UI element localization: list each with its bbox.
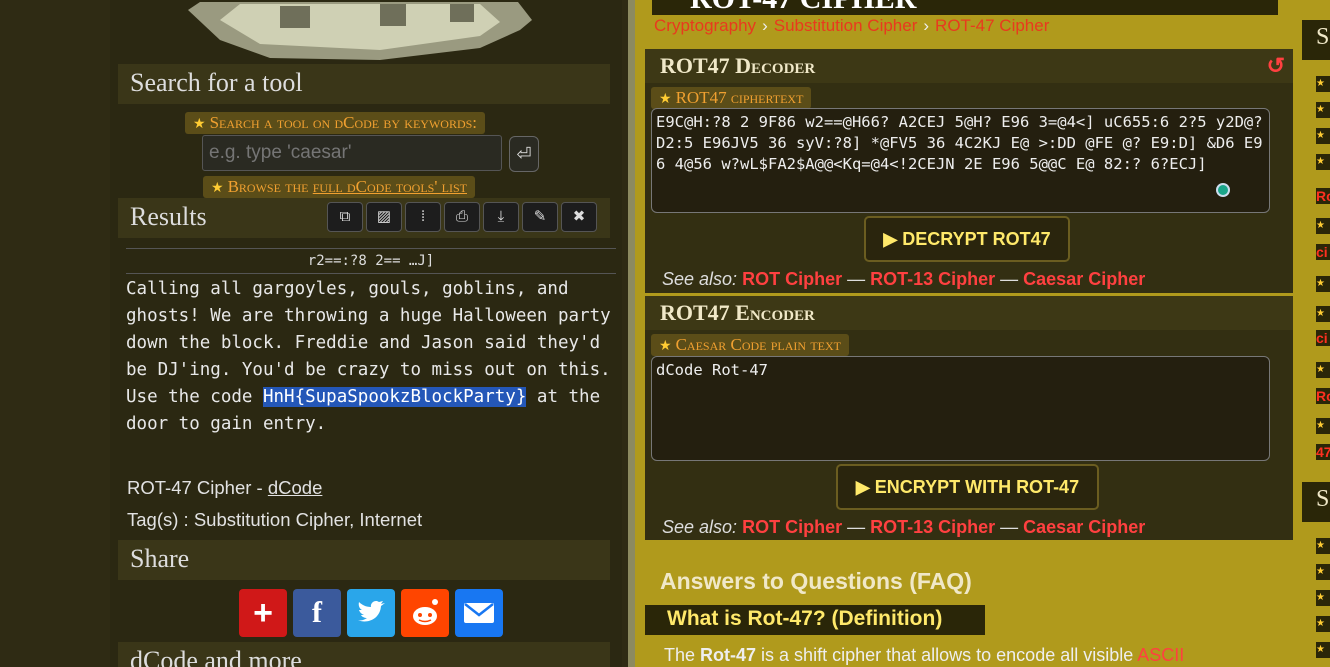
sidebar-item[interactable]: ci [1316, 330, 1330, 346]
sidebar-item[interactable]: 47 [1316, 444, 1330, 460]
twitter-icon[interactable] [347, 589, 395, 637]
ciphertext-badge: ★ ROT47 ciphertext [651, 87, 812, 109]
result-tags: Tag(s) : Substitution Cipher, Internet [127, 509, 423, 530]
star-icon: ★ [659, 339, 672, 354]
ciphertext-textarea[interactable]: E9C@H:?8 2 9F86 w2==@H66? A2CEJ 5@H? E96… [651, 108, 1270, 213]
close-icon[interactable]: ✖ [561, 202, 597, 232]
star-icon: ★ [659, 92, 672, 107]
grammar-icon[interactable] [1216, 183, 1230, 197]
decoder-heading: ROT47 Decoder ↺ [645, 49, 1293, 83]
browse-badge: ★ Browse the full dCode tools' list [203, 176, 475, 198]
link-separator: — [995, 517, 1024, 537]
sidebar-item[interactable]: ★ [1316, 616, 1330, 632]
sidebar-item[interactable]: ★ [1316, 276, 1330, 292]
plaintext-label: Caesar Code plain text [675, 335, 841, 354]
plaintext-textarea[interactable]: dCode Rot-47 [651, 356, 1270, 461]
sidebar-item[interactable]: ★ [1316, 538, 1330, 554]
breadcrumb: Cryptography › Substitution Cipher › ROT-47 … [654, 16, 1049, 36]
star-icon: ★ [211, 181, 224, 196]
sidebar-item[interactable]: ci [1316, 244, 1330, 260]
chevron-right-icon: › [923, 16, 930, 35]
sidebar-item[interactable]: ★ [1316, 642, 1330, 658]
add-icon[interactable]: + [239, 589, 287, 637]
see-also-label: See also: [662, 517, 738, 537]
star-icon: ★ [193, 117, 206, 132]
page-title-bar: ROT-47 CIPHER [652, 0, 1278, 15]
facebook-icon[interactable]: f [293, 589, 341, 637]
link-separator: — [995, 269, 1024, 289]
sidebar-item[interactable]: ★ [1316, 154, 1330, 170]
pane-divider[interactable] [628, 0, 635, 667]
breadcrumb-substitution[interactable]: Substitution Cipher [774, 16, 918, 35]
ascii-link[interactable]: ASCII [1137, 645, 1184, 665]
sidebar-item[interactable]: ★ [1316, 218, 1330, 234]
breadcrumb-cryptography[interactable]: Cryptography [654, 16, 756, 35]
sidebar-item[interactable]: ★ [1316, 102, 1330, 118]
search-input[interactable] [202, 135, 502, 171]
sidebar-item[interactable]: ★ [1316, 76, 1330, 92]
sidebar-item[interactable]: ★ [1316, 590, 1330, 606]
source-prefix: ROT-47 Cipher - [127, 477, 268, 498]
link-separator: — [842, 269, 871, 289]
faq-heading: Answers to Questions (FAQ) [660, 568, 972, 594]
encrypt-button[interactable]: ▶ ENCRYPT WITH ROT-47 [836, 464, 1099, 510]
sidebar-heading: S [1302, 20, 1330, 60]
sidebar-item[interactable]: ★ [1316, 564, 1330, 580]
chevron-right-icon: › [762, 16, 768, 35]
right-sidebar: S ★ ★ ★ ★ Ro ★ ci ★ ★ ci ★ Ro ★ 47 S ★ ★… [1302, 20, 1330, 667]
rot13-cipher-link[interactable]: ROT-13 Cipher [870, 269, 995, 289]
columns-icon[interactable]: ⦙ [405, 202, 441, 232]
sidebar-item[interactable]: ★ [1316, 128, 1330, 144]
see-also-label: See also: [662, 269, 738, 289]
reset-icon[interactable]: ↺ [1267, 53, 1285, 79]
rot-cipher-link[interactable]: ROT Cipher [742, 517, 842, 537]
caesar-cipher-link[interactable]: Caesar Cipher [1023, 517, 1145, 537]
screenshot-icon[interactable]: ▨ [366, 202, 402, 232]
sidebar-item[interactable]: Ro [1316, 188, 1330, 204]
sidebar-heading: S [1302, 482, 1330, 522]
browse-tools-link[interactable]: full dCode tools' list [313, 177, 467, 196]
search-go-button[interactable]: ⏎ [509, 136, 539, 172]
caesar-cipher-link[interactable]: Caesar Cipher [1023, 269, 1145, 289]
download-icon[interactable]: ⤓ [483, 202, 519, 232]
faq-answer-bold: Rot-47 [700, 645, 757, 665]
page-title: ROT-47 CIPHER [690, 0, 916, 16]
copy-icon[interactable]: ⧉ [327, 202, 363, 232]
result-plaintext: Calling all gargoyles, gouls, goblins, a… [126, 276, 620, 438]
pin-icon[interactable]: ✎ [522, 202, 558, 232]
faq-answer-text: The [664, 645, 701, 665]
search-badge: ★ Search a tool on dCode by keywords: [185, 112, 486, 134]
browse-prefix: Browse the [227, 177, 313, 196]
faq-answer-text: is a shift cipher that allows to encode … [756, 645, 1138, 665]
castle-logo [188, 2, 532, 60]
reddit-icon[interactable] [401, 589, 449, 637]
encoder-heading: ROT47 Encoder [645, 296, 1293, 330]
decrypt-button[interactable]: ▶ DECRYPT ROT47 [864, 216, 1070, 262]
print-icon[interactable]: ⎙ [444, 202, 480, 232]
decoder-heading-text: ROT47 Decoder [660, 53, 816, 78]
dcode-link[interactable]: dCode [268, 477, 323, 498]
breadcrumb-rot47[interactable]: ROT-47 Cipher [935, 16, 1049, 35]
sidebar-item[interactable]: Ro [1316, 388, 1330, 404]
sidebar-item[interactable]: ★ [1316, 418, 1330, 434]
result-highlighted-flag: HnH{SupaSpookzBlockParty} [262, 387, 527, 407]
search-badge-label: Search a tool on dCode by keywords: [209, 113, 478, 132]
plaintext-badge: ★ Caesar Code plain text [651, 334, 849, 356]
email-icon[interactable] [455, 589, 503, 637]
result-title: r2==:?8 2== …J] [126, 248, 616, 274]
rot-cipher-link[interactable]: ROT Cipher [742, 269, 842, 289]
decoder-see-also: See also: ROT Cipher — ROT-13 Cipher — C… [662, 269, 1145, 290]
faq-answer: The Rot-47 is a shift cipher that allows… [664, 645, 1184, 666]
encoder-see-also: See also: ROT Cipher — ROT-13 Cipher — C… [662, 517, 1145, 538]
rot13-cipher-link[interactable]: ROT-13 Cipher [870, 517, 995, 537]
sidebar-item[interactable]: ★ [1316, 306, 1330, 322]
link-separator: — [842, 517, 871, 537]
ciphertext-label: ROT47 ciphertext [675, 88, 804, 107]
share-heading: Share [118, 540, 610, 580]
faq-question: What is Rot-47? (Definition) [645, 605, 985, 635]
search-heading: Search for a tool [118, 64, 610, 104]
sidebar-item[interactable]: ★ [1316, 362, 1330, 378]
result-source: ROT-47 Cipher - dCode [127, 477, 322, 499]
more-heading: dCode and more [118, 642, 610, 667]
